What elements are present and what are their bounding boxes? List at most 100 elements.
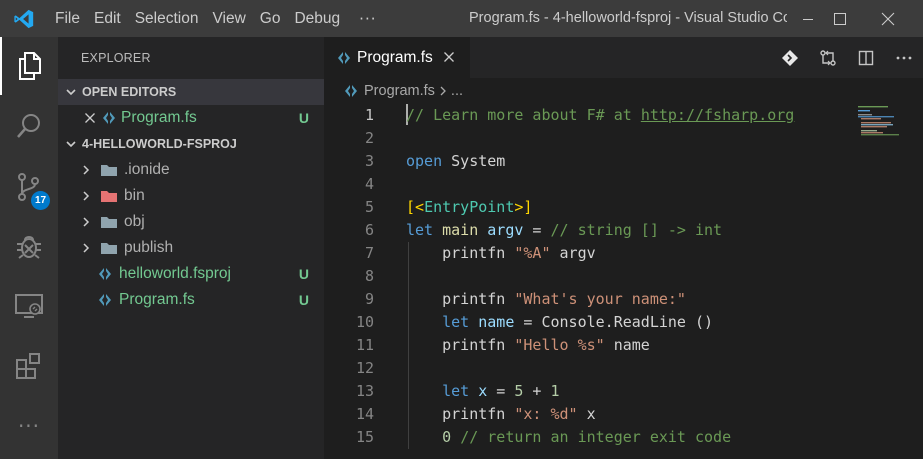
breadcrumb-symbol[interactable]: ... <box>451 83 463 99</box>
tab-program-fs[interactable]: Program.fs <box>324 37 470 78</box>
code-line: 12 <box>324 357 844 380</box>
line-number: 12 <box>355 359 374 377</box>
minimap[interactable] <box>854 104 914 144</box>
code-token: let <box>406 221 434 239</box>
fsharp-file-icon <box>344 84 358 98</box>
code-token: name <box>478 313 515 331</box>
chevron-down-icon <box>60 86 82 98</box>
code-line: 10 let name = Console.ReadLine () <box>324 311 844 334</box>
code-token: = <box>523 221 551 239</box>
open-editor-item[interactable]: Program.fs U <box>58 105 324 131</box>
code-line: 11 printfn "Hello %s" name <box>324 334 844 357</box>
fsharp-file-icon <box>337 51 351 65</box>
tree-folder-obj[interactable]: obj <box>58 209 324 235</box>
menu-file[interactable]: File <box>48 0 87 37</box>
menu-selection[interactable]: Selection <box>128 0 206 37</box>
code-text: open System <box>406 150 505 173</box>
open-changes-icon[interactable] <box>809 37 847 78</box>
debug-icon[interactable] <box>0 217 58 275</box>
fsharp-file-icon <box>98 293 112 307</box>
code-line: 6 let main argv = // string [] -> int <box>324 219 844 242</box>
code-text: printfn "Hello %s" name <box>406 334 650 357</box>
more-icon[interactable]: ··· <box>0 397 58 455</box>
extensions-icon[interactable] <box>0 337 58 395</box>
activity-bar: 17 ··· <box>0 37 58 459</box>
code-token: argv <box>487 221 524 239</box>
code-token: >] <box>514 198 533 216</box>
line-number: 13 <box>355 382 374 400</box>
code-token: printfn <box>406 244 515 262</box>
code-line: 7 printfn "%A" argv <box>324 242 844 265</box>
folder-name: bin <box>124 187 145 204</box>
code-token: "x: %d" <box>514 405 578 423</box>
project-folder-header[interactable]: 4-HELLOWORLD-FSPROJ <box>58 131 324 157</box>
menu-view[interactable]: View <box>205 0 252 37</box>
bin-folder-icon <box>100 189 118 203</box>
menu-edit[interactable]: Edit <box>87 0 128 37</box>
code-line: 13 let x = 5 + 1 <box>324 380 844 403</box>
maximize-button[interactable] <box>817 0 863 37</box>
code-token: = Console.ReadLine () <box>514 313 714 331</box>
chevron-right-icon <box>78 242 94 254</box>
code-text: 0 // return an integer exit code <box>406 426 731 449</box>
git-status-badge: U <box>298 292 309 308</box>
close-icon[interactable] <box>82 112 98 124</box>
editor-actions <box>771 37 923 78</box>
remote-explorer-icon[interactable] <box>0 277 58 335</box>
vscode-logo-icon <box>0 0 48 37</box>
menu-debug[interactable]: Debug <box>287 0 347 37</box>
code-token: printfn <box>406 405 515 423</box>
code-token: EntryPoint <box>424 198 515 216</box>
code-token: printfn <box>406 290 515 308</box>
breadcrumb: Program.fs ... <box>324 78 923 104</box>
tree-folder-publish[interactable]: publish <box>58 235 324 261</box>
more-actions-icon[interactable] <box>885 37 923 78</box>
code-line: 4 <box>324 173 844 196</box>
breadcrumb-file[interactable]: Program.fs <box>364 83 435 99</box>
folder-name: .ionide <box>124 161 170 178</box>
code-token: main <box>442 221 479 239</box>
ionide-diamond-icon[interactable] <box>771 37 809 78</box>
code-token: http://fsharp.org <box>640 106 795 124</box>
line-number: 2 <box>364 129 374 147</box>
line-number: 14 <box>355 405 374 423</box>
code-token: argv <box>550 244 596 262</box>
code-token: // return an integer exit code <box>460 428 732 446</box>
line-number: 15 <box>355 428 374 446</box>
search-icon[interactable] <box>0 97 58 155</box>
menu-bar: File Edit Selection View Go Debug ··· <box>48 0 388 37</box>
code-token: "Hello %s" <box>514 336 605 354</box>
project-folder-label: 4-HELLOWORLD-FSPROJ <box>82 137 237 151</box>
git-status-badge: U <box>298 110 309 126</box>
fsharp-file-icon <box>98 267 112 281</box>
chevron-right-icon <box>78 216 94 228</box>
source-control-icon[interactable]: 17 <box>0 158 58 216</box>
code-token: System <box>442 152 506 170</box>
scm-count-badge: 17 <box>31 191 50 210</box>
line-number: 9 <box>364 290 374 308</box>
open-editors-header[interactable]: OPEN EDITORS <box>58 79 324 105</box>
tree-folder-ionide[interactable]: .ionide <box>58 157 324 183</box>
code-editor[interactable]: 1 // Learn more about F# at http://fsharp… <box>324 104 923 459</box>
close-icon[interactable] <box>443 48 455 67</box>
tree-file-fsproj[interactable]: helloworld.fsproj U <box>58 261 324 287</box>
tree-file-program[interactable]: Program.fs U <box>58 287 324 313</box>
split-editor-icon[interactable] <box>847 37 885 78</box>
chevron-right-icon <box>78 190 94 202</box>
menu-go[interactable]: Go <box>253 0 288 37</box>
close-window-button[interactable] <box>865 0 911 37</box>
code-token: "What's your name:" <box>514 290 686 308</box>
fsharp-file-icon <box>102 111 116 125</box>
tree-folder-bin[interactable]: bin <box>58 183 324 209</box>
code-token: open <box>406 152 443 170</box>
window-title: Program.fs - 4-helloworld-fsproj - Visua… <box>469 10 787 26</box>
explorer-icon[interactable] <box>0 37 58 95</box>
line-number: 7 <box>364 244 374 262</box>
code-token: "%A" <box>514 244 551 262</box>
tab-bar: Program.fs <box>324 37 923 78</box>
code-token: printfn <box>406 336 515 354</box>
menu-more-button[interactable]: ··· <box>347 10 388 28</box>
line-number: 1 <box>364 106 374 124</box>
